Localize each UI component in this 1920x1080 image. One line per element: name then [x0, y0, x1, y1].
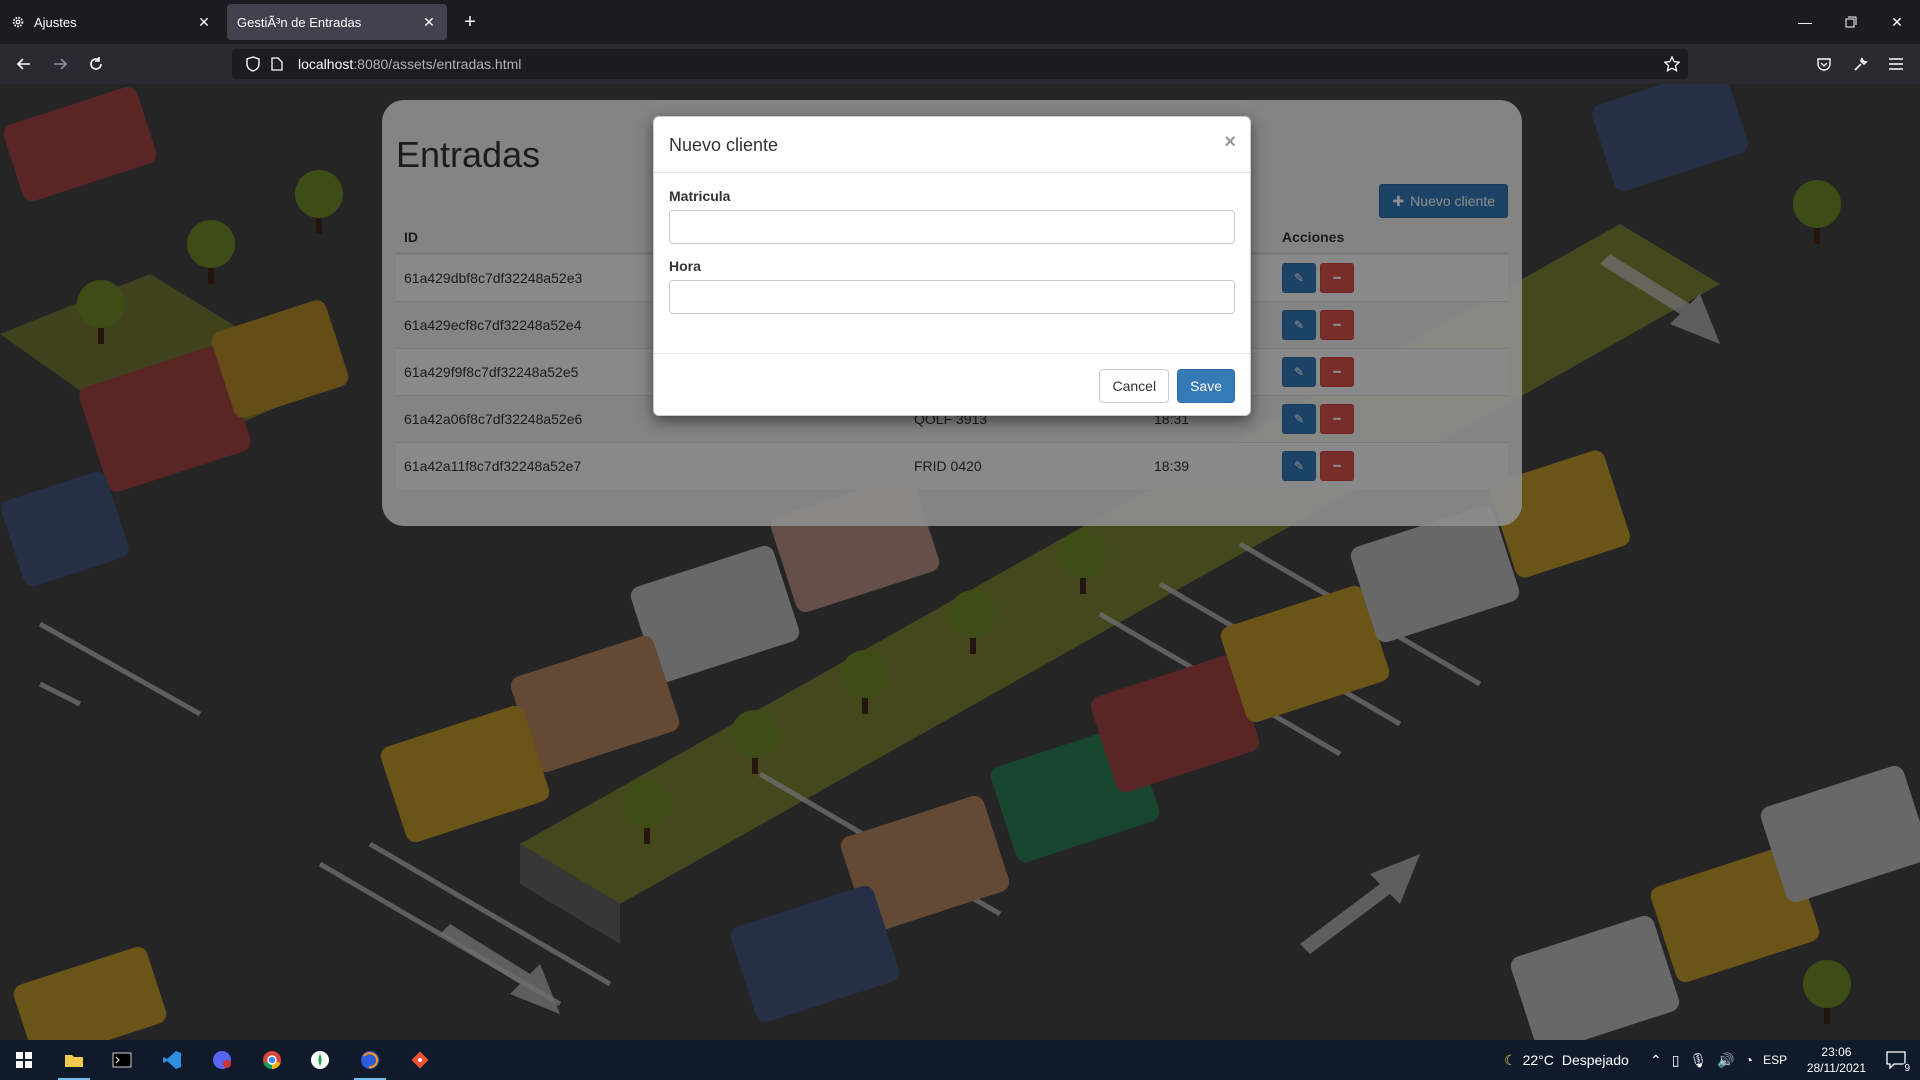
- modal-body: Matricula Hora: [654, 173, 1250, 353]
- row-actions: ✎ ━: [1274, 310, 1508, 340]
- microphone-icon[interactable]: 🎙: [1689, 1052, 1707, 1069]
- row-actions: ✎ ━: [1274, 451, 1508, 481]
- restore-button[interactable]: [1828, 0, 1874, 44]
- notification-count: 9: [1902, 1063, 1912, 1074]
- delete-button[interactable]: ━: [1320, 451, 1354, 481]
- cell-matricula: FRID 0420: [914, 458, 982, 474]
- form-group-hora: Hora: [669, 258, 1235, 314]
- clock-time: 23:06: [1821, 1045, 1852, 1059]
- forward-button[interactable]: [46, 50, 74, 78]
- firefox-icon[interactable]: [346, 1040, 394, 1080]
- tab-title: Ajustes: [34, 14, 77, 30]
- minus-icon: ━: [1333, 459, 1341, 473]
- minus-icon: ━: [1333, 412, 1341, 426]
- tab-bar: Ajustes ✕ GestiÃ³n de Entradas ✕ + — ✕: [0, 0, 1920, 44]
- hora-input[interactable]: [669, 280, 1235, 314]
- new-client-label: Nuevo cliente: [1410, 193, 1495, 209]
- notifications-button[interactable]: 9: [1872, 1040, 1920, 1080]
- delete-button[interactable]: ━: [1320, 310, 1354, 340]
- new-client-button[interactable]: ✚ Nuevo cliente: [1379, 184, 1508, 218]
- shield-icon[interactable]: [244, 55, 262, 73]
- matricula-label: Matricula: [669, 188, 731, 204]
- pocket-icon[interactable]: [1810, 50, 1838, 78]
- pencil-icon: ✎: [1293, 365, 1305, 379]
- row-actions: ✎ ━: [1274, 263, 1508, 293]
- modal-title: Nuevo cliente: [669, 135, 779, 155]
- new-tab-button[interactable]: +: [458, 10, 482, 34]
- delete-button[interactable]: ━: [1320, 357, 1354, 387]
- page-icon: [268, 55, 286, 73]
- wifi-icon[interactable]: ◔: [1745, 1052, 1753, 1068]
- save-button[interactable]: Save: [1177, 369, 1235, 403]
- clock-date: 28/11/2021: [1806, 1061, 1866, 1075]
- matricula-input[interactable]: [669, 210, 1235, 244]
- cell-hora: 18:39: [1154, 458, 1190, 474]
- file-explorer-icon[interactable]: [50, 1040, 98, 1080]
- url-bar[interactable]: localhost:8080/assets/entradas.html: [232, 49, 1688, 79]
- tab-title: GestiÃ³n de Entradas: [237, 14, 362, 30]
- cell-id: 61a42a11f8c7df32248a52e7: [404, 458, 582, 474]
- pencil-icon: ✎: [1293, 271, 1305, 285]
- close-window-button[interactable]: ✕: [1874, 0, 1920, 44]
- taskbar: ☾ 22°C Despejado ⌃ ▯ 🎙 🔊 ◔ ESP 23:06 28/…: [0, 1040, 1920, 1080]
- page-viewport: Entradas ✚ Nuevo cliente ID Acciones 61a…: [0, 84, 1920, 1040]
- weather-temp: 22°C: [1522, 1052, 1554, 1068]
- minimize-button[interactable]: —: [1782, 0, 1828, 44]
- new-client-modal: Nuevo cliente × Matricula Hora Cancel Sa…: [653, 116, 1251, 416]
- modal-header: Nuevo cliente ×: [654, 117, 1250, 173]
- tab-gestion-entradas[interactable]: GestiÃ³n de Entradas ✕: [227, 4, 447, 40]
- chevron-up-icon[interactable]: ⌃: [1650, 1052, 1662, 1069]
- pencil-icon: ✎: [1293, 459, 1305, 473]
- edit-button[interactable]: ✎: [1282, 451, 1316, 481]
- form-group-matricula: Matricula: [669, 188, 1235, 244]
- hora-label: Hora: [669, 258, 701, 274]
- close-icon[interactable]: ×: [1224, 131, 1236, 154]
- pencil-icon: ✎: [1293, 318, 1305, 332]
- close-icon[interactable]: ✕: [421, 14, 437, 30]
- weather-widget[interactable]: ☾ 22°C Despejado: [1504, 1040, 1629, 1080]
- table-row: 61a42a11f8c7df32248a52e7 FRID 0420 18:39…: [396, 442, 1508, 489]
- git-icon[interactable]: [396, 1040, 444, 1080]
- pencil-icon: ✎: [1293, 412, 1305, 426]
- edit-button[interactable]: ✎: [1282, 404, 1316, 434]
- taskbar-clock[interactable]: 23:06 28/11/2021: [1807, 1044, 1866, 1076]
- device-icon[interactable]: ▯: [1672, 1052, 1680, 1069]
- cancel-button[interactable]: Cancel: [1099, 369, 1170, 403]
- bookmark-star-icon[interactable]: [1658, 50, 1686, 78]
- gear-icon: [10, 14, 26, 30]
- page-title: Entradas: [396, 134, 541, 175]
- delete-button[interactable]: ━: [1320, 404, 1354, 434]
- language-indicator[interactable]: ESP: [1763, 1053, 1787, 1067]
- row-actions: ✎ ━: [1274, 404, 1508, 434]
- system-tray: ⌃ ▯ 🎙 🔊 ◔ ESP: [1650, 1040, 1787, 1080]
- mongodb-compass-icon[interactable]: [296, 1040, 344, 1080]
- speaker-icon[interactable]: 🔊: [1717, 1052, 1734, 1069]
- row-actions: ✎ ━: [1274, 357, 1508, 387]
- close-icon[interactable]: ✕: [196, 14, 212, 30]
- vscode-icon[interactable]: [148, 1040, 196, 1080]
- plus-icon: ✚: [1392, 192, 1405, 209]
- minus-icon: ━: [1333, 318, 1341, 332]
- edit-button[interactable]: ✎: [1282, 310, 1316, 340]
- weather-text: Despejado: [1561, 1052, 1629, 1068]
- terminal-icon[interactable]: [98, 1040, 146, 1080]
- delete-button[interactable]: ━: [1320, 263, 1354, 293]
- reload-button[interactable]: [82, 50, 110, 78]
- windows-start-button[interactable]: [0, 1040, 48, 1080]
- edit-button[interactable]: ✎: [1282, 357, 1316, 387]
- wrench-icon[interactable]: [1846, 50, 1874, 78]
- menu-icon[interactable]: [1882, 50, 1910, 78]
- url-text: localhost:8080/assets/entradas.html: [298, 56, 522, 72]
- minus-icon: ━: [1333, 271, 1341, 285]
- discord-icon[interactable]: [198, 1040, 246, 1080]
- nav-bar: localhost:8080/assets/entradas.html: [0, 44, 1920, 84]
- tab-ajustes[interactable]: Ajustes ✕: [0, 4, 222, 40]
- modal-footer: Cancel Save: [654, 353, 1250, 418]
- minus-icon: ━: [1333, 365, 1341, 379]
- column-header-acciones: Acciones: [1282, 229, 1345, 245]
- moon-icon: ☾: [1504, 1051, 1517, 1068]
- back-button[interactable]: [10, 50, 38, 78]
- edit-button[interactable]: ✎: [1282, 263, 1316, 293]
- chrome-icon[interactable]: [248, 1040, 296, 1080]
